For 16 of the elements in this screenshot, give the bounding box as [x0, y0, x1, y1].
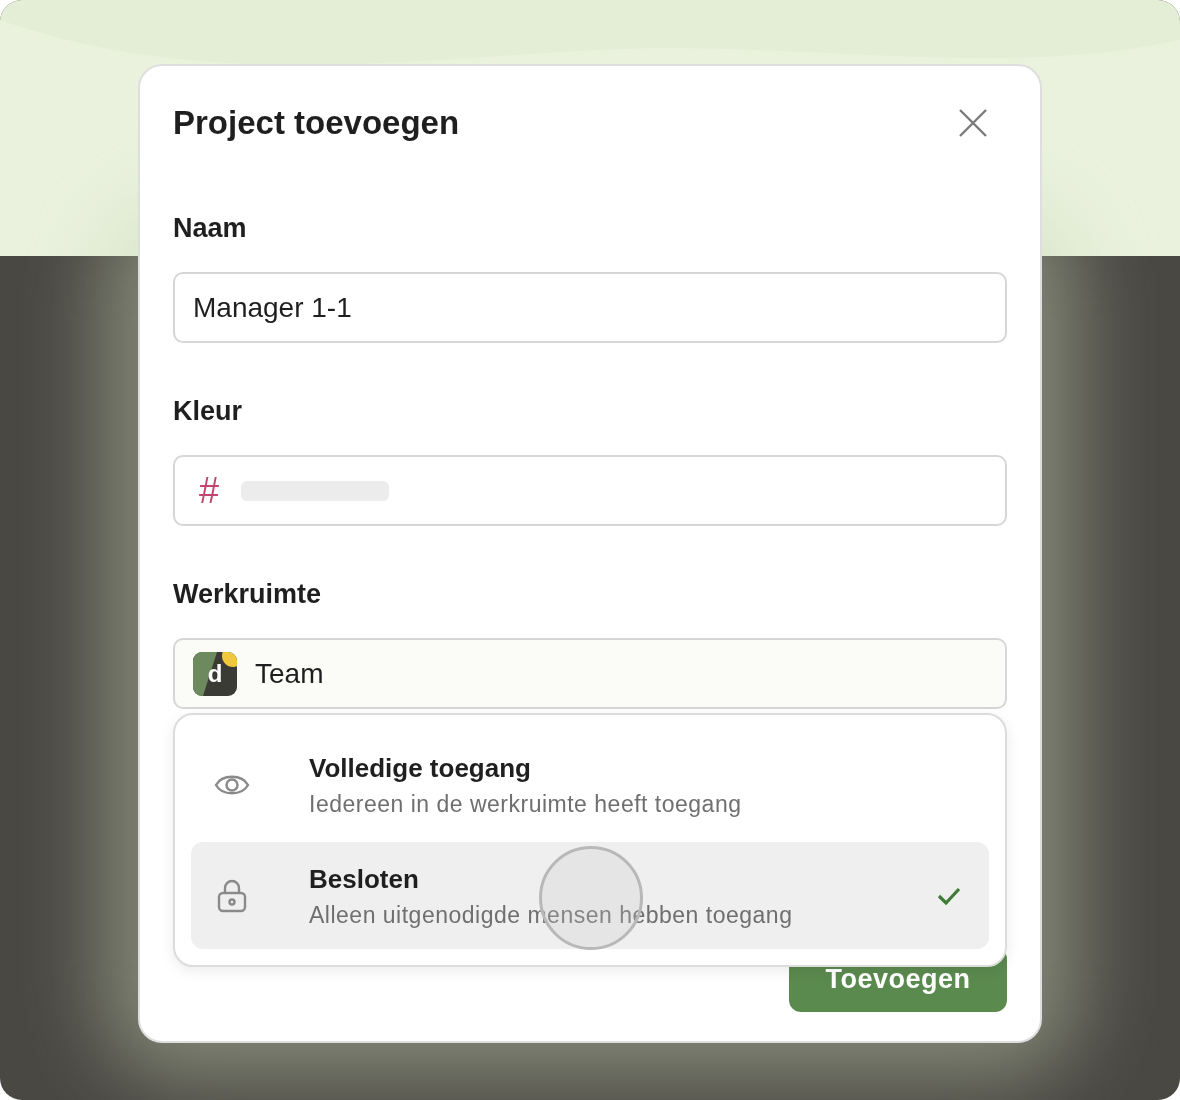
- lock-icon: [217, 878, 247, 913]
- option-title: Besloten: [309, 862, 420, 895]
- option-description: Iedereen in de werkruimte heeft toegang: [309, 789, 743, 818]
- access-option[interactable]: Besloten Alleen uitgenodigde mensen hebben toegang: [191, 842, 989, 949]
- field-label: Naam: [173, 212, 248, 244]
- workspace-logo-icon: d: [193, 651, 237, 696]
- color-input-field[interactable]: #: [173, 455, 1007, 526]
- field-label: Werkruimte: [173, 578, 323, 610]
- close-icon: [958, 108, 988, 138]
- option-title: Volledige toegang: [309, 751, 532, 784]
- name-input-field[interactable]: Manager 1-1: [173, 272, 1007, 343]
- option-description: Alleen uitgenodigde mensen hebben toegang: [309, 900, 794, 929]
- checkmark-icon: [937, 885, 961, 906]
- workspace-select[interactable]: d Team: [173, 638, 1007, 709]
- field-label: Kleur: [173, 395, 244, 427]
- dialog-title: Project toevoegen: [173, 103, 460, 143]
